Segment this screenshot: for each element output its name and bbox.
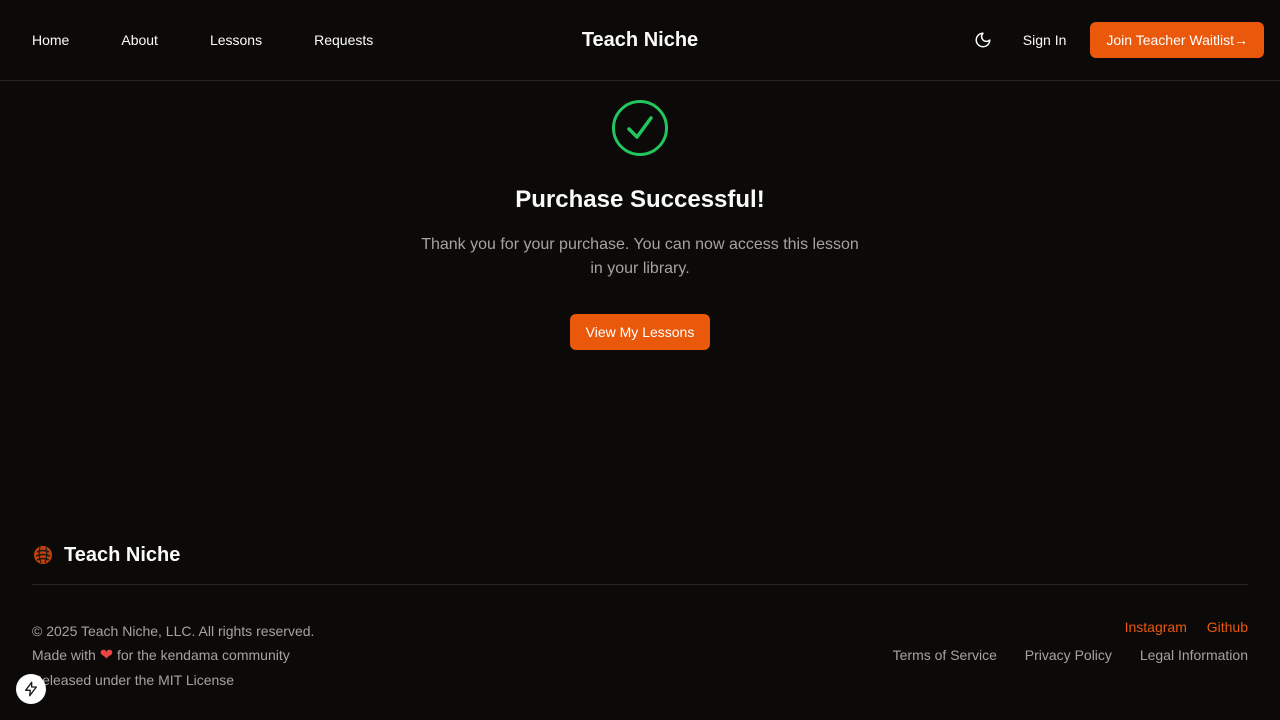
main-nav: Home About Lessons Requests	[32, 0, 425, 80]
nav-about-link[interactable]: About	[121, 32, 158, 48]
license-text: Released under the MIT License	[32, 672, 235, 688]
purchase-success-panel: Purchase Successful! Thank you for your …	[0, 81, 1280, 350]
social-links: Instagram Github	[869, 619, 1248, 635]
terms-of-service-link[interactable]: Terms of Service	[893, 647, 997, 663]
header-actions: Sign In Join Teacher Waitlist→	[965, 22, 1264, 58]
check-circle-icon	[612, 100, 668, 156]
made-with-suffix: for the kendama community	[117, 647, 290, 663]
moon-icon	[975, 32, 991, 48]
site-footer: Teach Niche © 2025 Teach Niche, LLC. All…	[32, 540, 1248, 688]
theme-toggle-button[interactable]	[965, 22, 1001, 58]
instagram-link[interactable]: Instagram	[1125, 619, 1187, 635]
sign-in-link[interactable]: Sign In	[1023, 32, 1067, 48]
view-my-lessons-button[interactable]: View My Lessons	[569, 314, 711, 350]
footer-info: © 2025 Teach Niche, LLC. All rights rese…	[32, 619, 314, 692]
kendama-logo-icon	[34, 546, 52, 564]
join-waitlist-button[interactable]: Join Teacher Waitlist→	[1090, 22, 1264, 58]
nav-home-link[interactable]: Home	[32, 32, 69, 48]
lightning-bolt-icon	[25, 681, 37, 697]
made-with-prefix: Made with	[32, 647, 96, 663]
page-title: Purchase Successful!	[515, 186, 765, 213]
heart-icon: ❤	[99, 647, 114, 664]
dev-tools-button[interactable]	[16, 674, 46, 704]
legal-information-link[interactable]: Legal Information	[1140, 647, 1248, 663]
header-brand[interactable]: Teach Niche	[582, 29, 698, 52]
copyright-text: © 2025 Teach Niche, LLC. All rights rese…	[32, 623, 315, 639]
success-message: Thank you for your purchase. You can now…	[421, 236, 859, 277]
github-link[interactable]: Github	[1207, 619, 1248, 635]
footer-brand: Teach Niche	[32, 540, 1248, 570]
legal-links: Terms of Service Privacy Policy Legal In…	[869, 647, 1248, 663]
footer-brand-name: Teach Niche	[64, 543, 181, 566]
made-with-line: Made with ❤ for the kendama community	[32, 643, 314, 668]
nav-requests-link[interactable]: Requests	[314, 32, 373, 48]
privacy-policy-link[interactable]: Privacy Policy	[1025, 647, 1112, 663]
footer-links: Instagram Github Terms of Service Privac…	[869, 619, 1248, 663]
nav-lessons-link[interactable]: Lessons	[210, 32, 262, 48]
site-header: Home About Lessons Requests Teach Niche …	[0, 0, 1280, 81]
footer-divider	[32, 584, 1248, 585]
